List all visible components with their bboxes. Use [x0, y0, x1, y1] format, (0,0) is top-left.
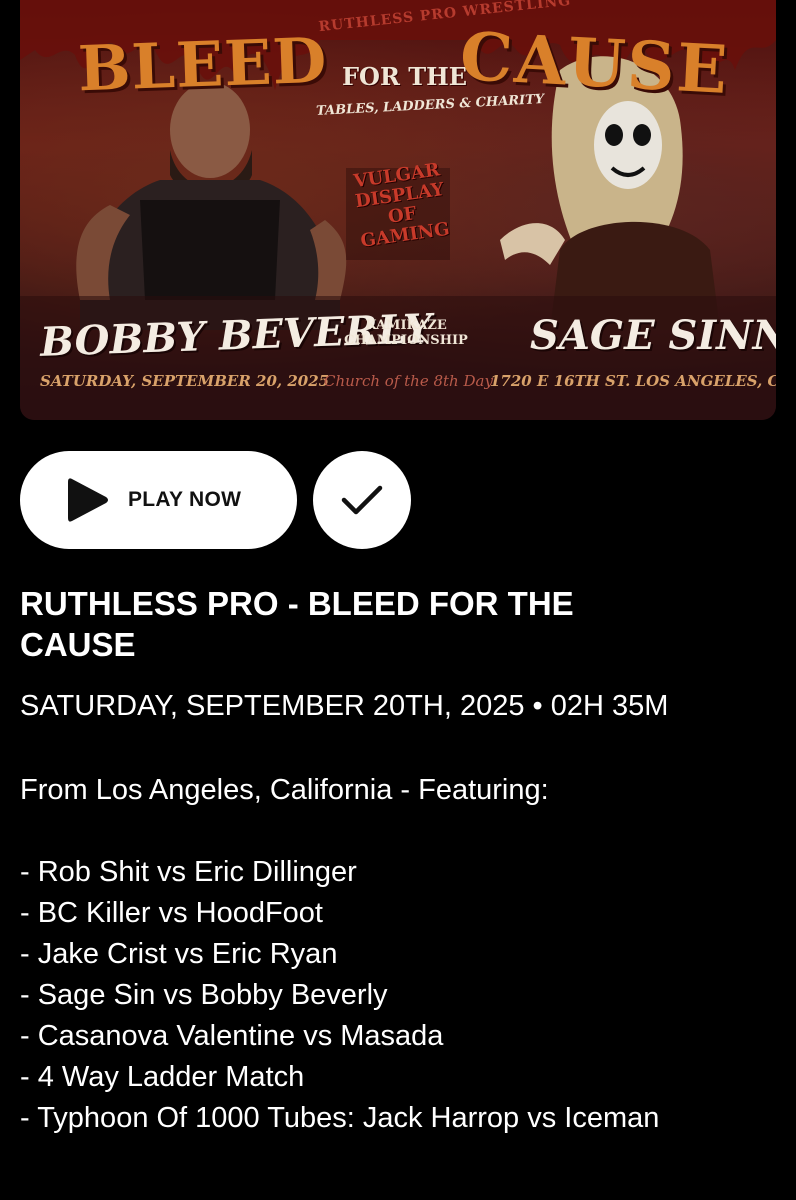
- event-date-duration: SATURDAY, SEPTEMBER 20TH, 2025 • 02H 35M: [20, 690, 669, 722]
- event-intro: From Los Angeles, California - Featuring…: [20, 774, 549, 806]
- match-item: - Typhoon Of 1000 Tubes: Jack Harrop vs …: [20, 1102, 660, 1134]
- mark-watched-button[interactable]: [313, 451, 411, 549]
- poster-title-for: FOR THE: [342, 62, 468, 91]
- poster-wrestler-right: SAGE SINN: [530, 312, 776, 359]
- play-now-button[interactable]: PLAY NOW: [20, 451, 297, 549]
- match-item: - BC Killer vs HoodFoot: [20, 897, 323, 929]
- poster-venue: Church of the 8th Day: [324, 372, 493, 390]
- match-item: - Sage Sin vs Bobby Beverly: [20, 979, 388, 1011]
- description-spacer: [20, 811, 680, 852]
- check-icon: [341, 485, 383, 515]
- event-poster: RUTHLESS PRO WRESTLING BLEED FOR THE CAU…: [20, 0, 776, 420]
- match-item: - Rob Shit vs Eric Dillinger: [20, 856, 357, 888]
- play-icon: [68, 478, 108, 522]
- match-item: - 4 Way Ladder Match: [20, 1061, 305, 1093]
- play-now-label: PLAY NOW: [128, 488, 242, 511]
- event-title: RUTHLESS PRO - BLEED FOR THE CAUSE: [20, 585, 574, 663]
- match-list: - Rob Shit vs Eric Dillinger - BC Killer…: [20, 852, 680, 1139]
- wrestler-left-figure: [76, 82, 347, 330]
- event-description: From Los Angeles, California - Featuring…: [20, 770, 680, 1139]
- poster-title-bleed: BLEED: [76, 23, 329, 106]
- poster-championship: KAMIKAZE CHAMPIONSHIP: [344, 318, 468, 348]
- poster-address: 1720 E 16TH ST. LOS ANGELES, CA: [490, 372, 776, 390]
- poster-center-logo: VULGAR DISPLAY OF GAMING: [352, 159, 451, 252]
- match-item: - Jake Crist vs Eric Ryan: [20, 938, 338, 970]
- match-item: - Casanova Valentine vs Masada: [20, 1020, 444, 1052]
- poster-date: SATURDAY, SEPTEMBER 20, 2025: [40, 372, 330, 390]
